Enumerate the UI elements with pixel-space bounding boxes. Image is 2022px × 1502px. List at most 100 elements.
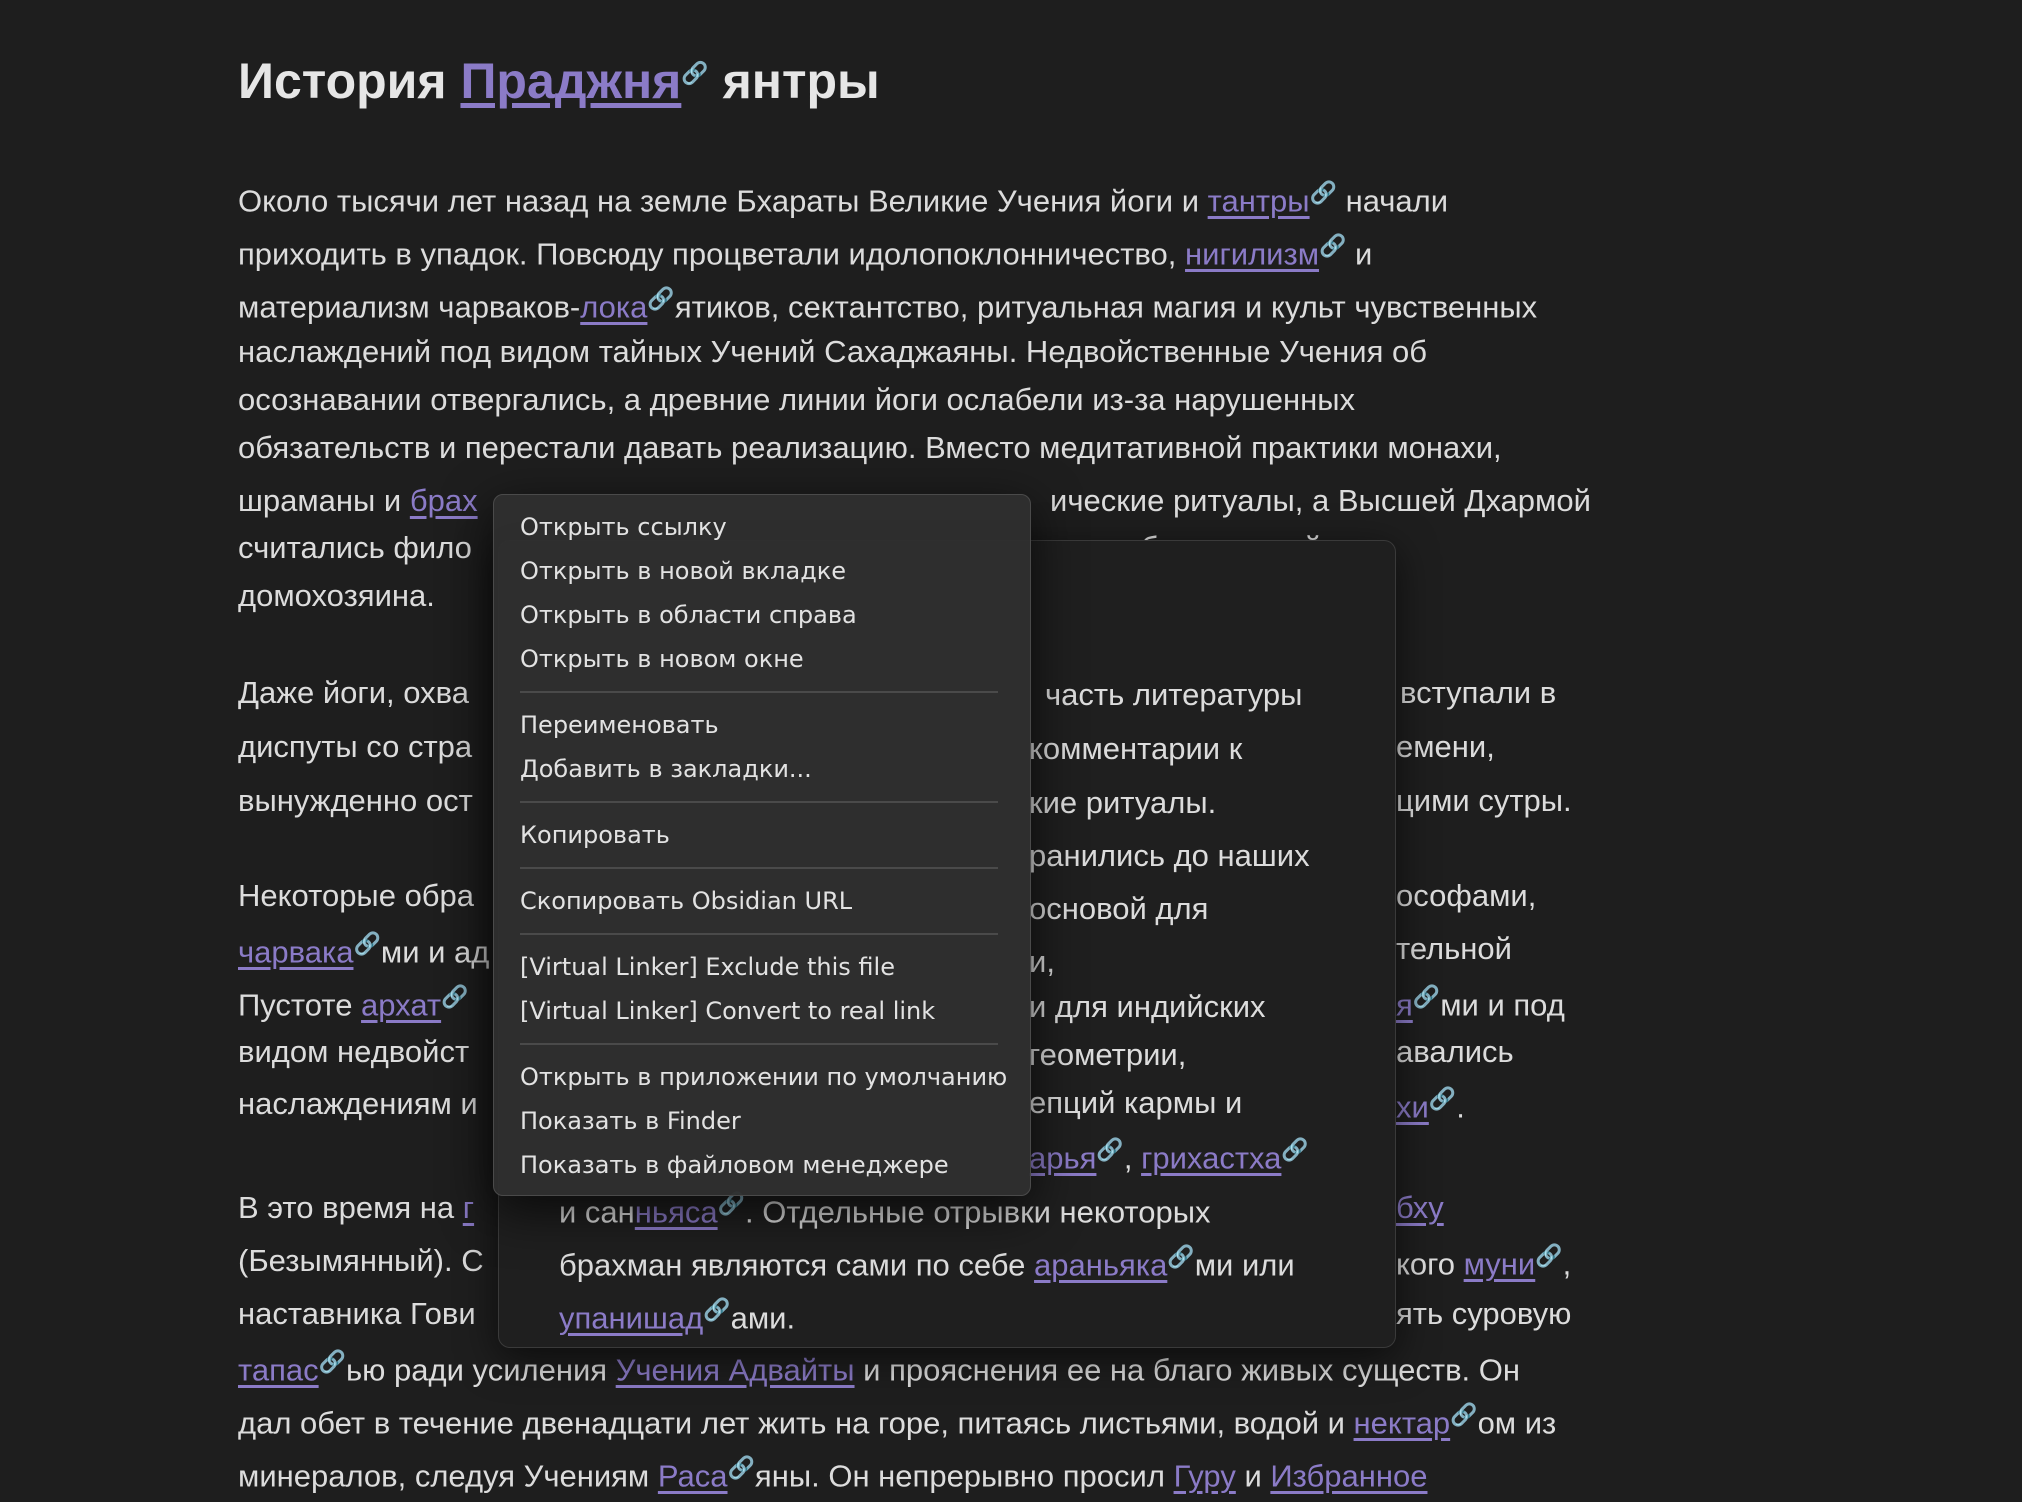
menu-item-bookmark[interactable]: Добавить в закладки... [520, 755, 812, 783]
text-line: кого муни🔗, [1396, 1243, 1572, 1282]
text-line: материализм чарваков-лока🔗ятиков, сектан… [238, 286, 1538, 325]
text-line: считались фило [238, 530, 472, 565]
text-line: Около тысячи лет назад на земле Бхараты … [238, 180, 1449, 219]
virtual-link[interactable]: нектар [1354, 1405, 1451, 1440]
link-chain-icon: 🔗 [1412, 984, 1441, 1009]
link-chain-icon: 🔗 [1281, 1137, 1309, 1162]
link-chain-icon: 🔗 [727, 1455, 755, 1480]
text-line: видом недвойст [238, 1034, 470, 1069]
text-line: Пустоте архат🔗 [238, 984, 469, 1023]
text-line: (Безымянный). С [238, 1243, 484, 1278]
text-line: Даже йоги, охва [238, 675, 469, 710]
virtual-link[interactable]: архат [361, 987, 441, 1022]
text-line: наслаждений под видом тайных Учений Саха… [238, 334, 1427, 369]
menu-item-open-link[interactable]: Открыть ссылку [520, 513, 727, 541]
text-line: тапас🔗ью ради усиления Учения Адвайты и … [238, 1349, 1521, 1388]
link-chain-icon: 🔗 [353, 931, 381, 956]
link-chain-icon: 🔗 [1167, 1244, 1195, 1269]
menu-item-open-default-app[interactable]: Открыть в приложении по умолчанию [520, 1063, 1007, 1091]
virtual-link[interactable]: грихастха [1141, 1140, 1281, 1175]
menu-item-open-new-tab[interactable]: Открыть в новой вкладке [520, 557, 846, 585]
virtual-link[interactable]: я [1396, 987, 1413, 1022]
virtual-link[interactable]: г [463, 1190, 474, 1225]
text-line: дал обет в течение двенадцати лет жить н… [238, 1402, 1557, 1441]
link-chain-icon: 🔗 [1428, 1086, 1457, 1111]
text-line: В это время на г [238, 1190, 475, 1225]
link-chain-icon: 🔗 [703, 1297, 731, 1322]
menu-item-copy-obsidian-url[interactable]: Скопировать Obsidian URL [520, 887, 852, 915]
virtual-link[interactable]: ньяса [635, 1194, 718, 1229]
virtual-link[interactable]: Раса [658, 1458, 728, 1493]
preview-line: брахман являются сами по себе араньяка🔗м… [559, 1244, 1295, 1283]
menu-separator [520, 691, 998, 693]
link-chain-icon: 🔗 [1535, 1243, 1563, 1268]
menu-item-copy[interactable]: Копировать [520, 821, 670, 849]
text-line: приходить в упадок. Повсюду процветали и… [238, 233, 1373, 272]
virtual-link[interactable]: тантры [1208, 183, 1310, 218]
link-chain-icon: 🔗 [681, 60, 709, 86]
link-chain-icon: 🔗 [1096, 1137, 1124, 1162]
text-line: вынужденно ост [238, 783, 473, 818]
preview-line: епций кармы и [1029, 1085, 1243, 1120]
menu-separator [520, 1043, 998, 1045]
menu-item-vl-convert[interactable]: [Virtual Linker] Convert to real link [520, 997, 935, 1025]
text-line: шраманы и брах [238, 483, 478, 518]
virtual-link[interactable]: тапас [238, 1352, 319, 1387]
link-chain-icon: 🔗 [1309, 180, 1337, 205]
title-link[interactable]: Праджня [460, 53, 681, 109]
text-line: ические ритуалы, а Высшей Дхармой [1050, 483, 1591, 518]
text-line: цими сутры. [1396, 783, 1572, 818]
text-line: ософами, [1396, 878, 1537, 913]
virtual-link[interactable]: нигилизм [1185, 236, 1319, 271]
text-line: наставника Гови [238, 1296, 476, 1331]
virtual-link[interactable]: муни [1464, 1246, 1536, 1281]
text-line: тельной [1396, 931, 1512, 966]
text-line: осознавании отвергались, а древние линии… [238, 382, 1356, 417]
virtual-link[interactable]: лока [580, 289, 647, 324]
text-line: ять суровую [1396, 1296, 1572, 1331]
text-line: емени, [1396, 729, 1495, 764]
text-line: чарвака🔗ми и ад [238, 931, 490, 970]
menu-separator [520, 933, 998, 935]
preview-line: упанишад🔗ами. [559, 1297, 796, 1336]
menu-item-open-new-window[interactable]: Открыть в новом окне [520, 645, 804, 673]
menu-separator [520, 867, 998, 869]
virtual-link[interactable]: бху [1396, 1190, 1444, 1225]
note-title: История Праджня🔗 янтры [238, 52, 880, 110]
link-chain-icon: 🔗 [1450, 1402, 1478, 1427]
virtual-link[interactable]: упанишад [559, 1300, 703, 1335]
preview-line: комментарии к [1029, 731, 1243, 766]
menu-item-open-right[interactable]: Открыть в области справа [520, 601, 857, 629]
virtual-link[interactable]: араньяка [1034, 1247, 1167, 1282]
menu-item-show-in-file-manager[interactable]: Показать в файловом менеджере [520, 1151, 949, 1179]
text-line: я🔗ми и под [1396, 984, 1565, 1023]
preview-line: и, [1029, 944, 1055, 979]
text-line: авались [1396, 1034, 1514, 1069]
text-line: домохозяина. [238, 578, 435, 613]
preview-line: основой для [1029, 891, 1209, 926]
menu-item-vl-exclude[interactable]: [Virtual Linker] Exclude this file [520, 953, 895, 981]
preview-line: часть литературы [1045, 677, 1303, 712]
menu-item-show-in-finder[interactable]: Показать в Finder [520, 1107, 741, 1135]
virtual-link[interactable]: чарвака [238, 934, 353, 969]
text-line: обязательств и перестали давать реализац… [238, 430, 1502, 465]
title-text-end: янтры [708, 53, 880, 109]
text-line: наслаждениям и [238, 1086, 478, 1121]
context-menu: Открыть ссылку Открыть в новой вкладке О… [493, 494, 1031, 1196]
title-text: История [238, 53, 461, 109]
preview-line: геометрии, [1029, 1037, 1187, 1072]
text-line: Некоторые обра [238, 878, 475, 913]
preview-line: арья🔗, грихастха🔗 [1029, 1137, 1309, 1176]
preview-line: кие ритуалы. [1029, 785, 1217, 820]
text-line: вступали в [1400, 675, 1557, 710]
virtual-link[interactable]: хи [1396, 1089, 1429, 1124]
virtual-link[interactable]: брах [410, 483, 478, 518]
virtual-link[interactable]: арья [1029, 1140, 1096, 1175]
menu-item-rename[interactable]: Переименовать [520, 711, 719, 739]
menu-separator [520, 801, 998, 803]
preview-line: и санньяса🔗. Отдельные отрывки некоторых [559, 1191, 1211, 1230]
virtual-link[interactable]: Гуру [1174, 1458, 1236, 1493]
link-chain-icon: 🔗 [1319, 233, 1347, 258]
virtual-link[interactable]: Учения Адвайты [616, 1352, 855, 1387]
virtual-link[interactable]: Избранное [1270, 1458, 1427, 1493]
